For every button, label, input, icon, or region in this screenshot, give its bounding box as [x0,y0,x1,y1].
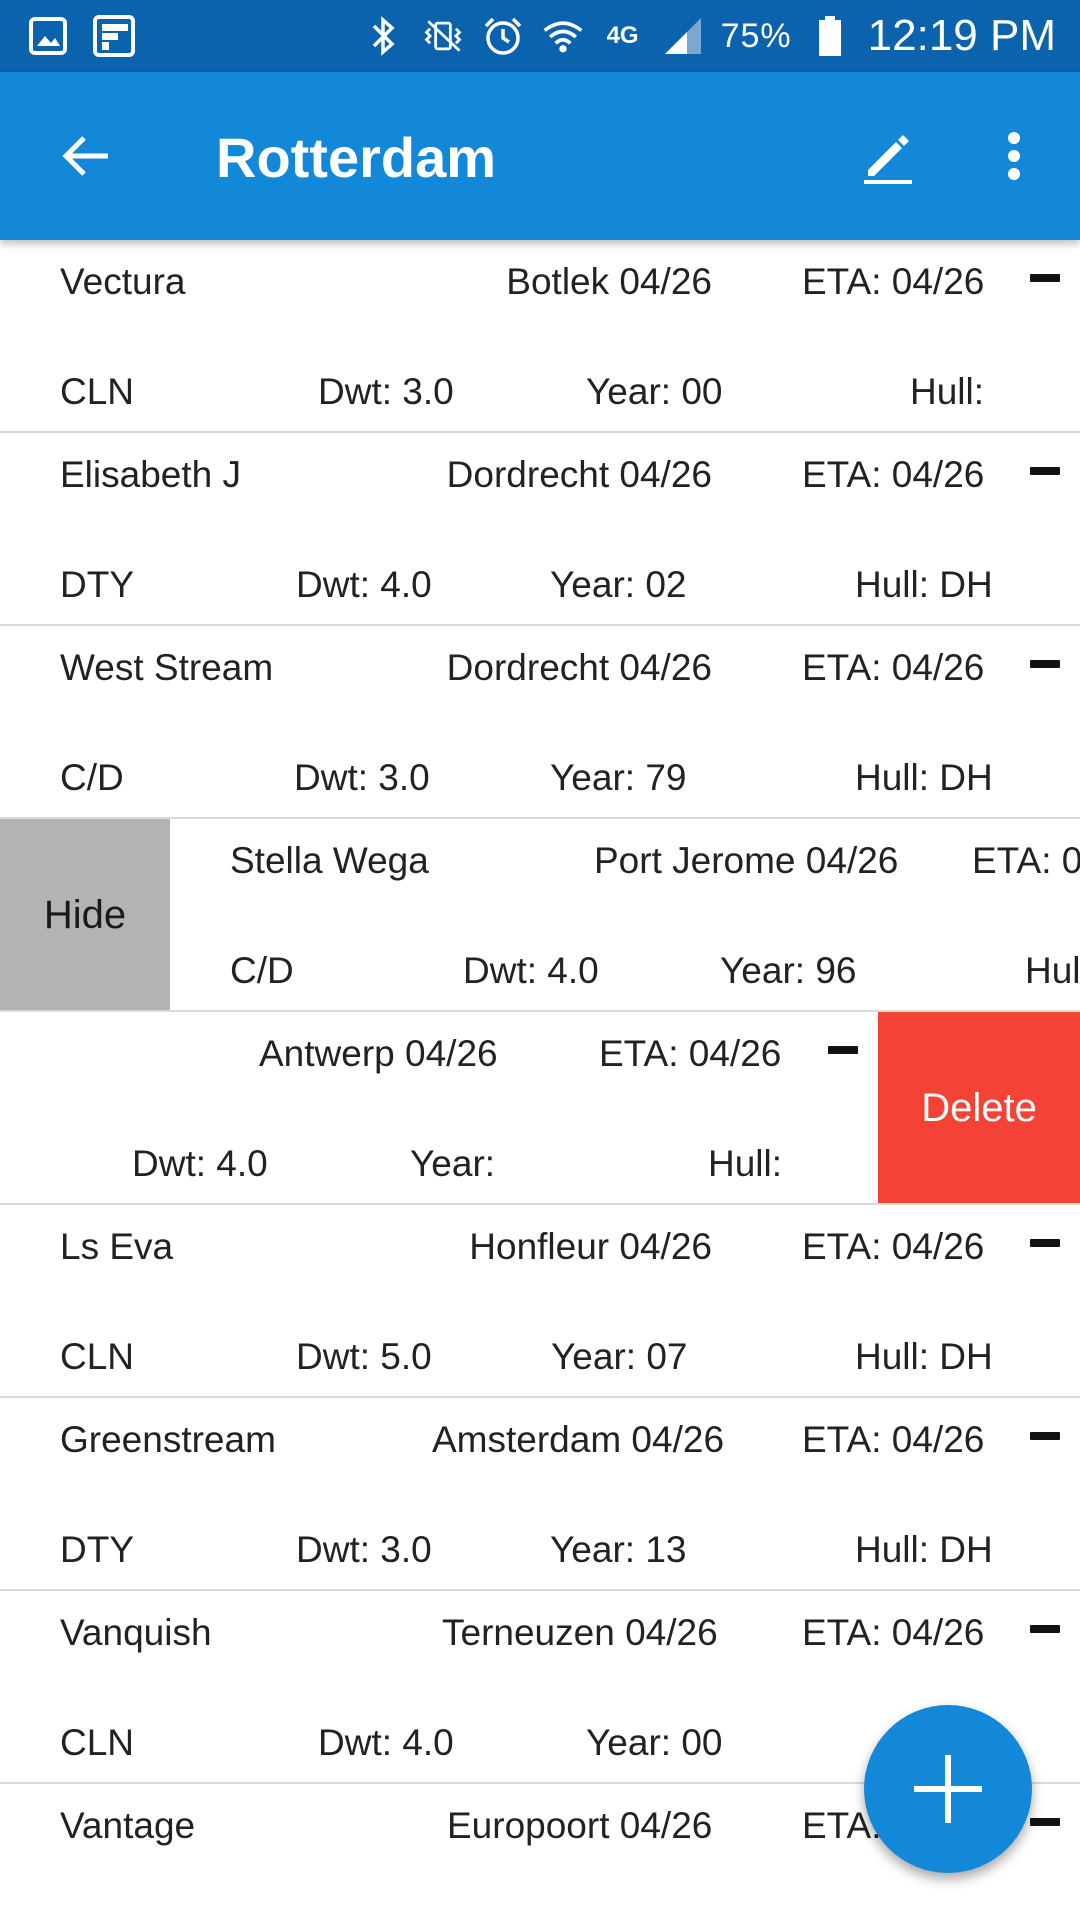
collapse-icon[interactable] [1030,1818,1060,1826]
vessel-dwt: Dwt: 3.0 [318,371,454,412]
add-icon [914,1755,982,1823]
vessel-port: Antwerp 04/26 [259,1033,498,1074]
vessel-name: Elisabeth J [60,454,241,495]
vessel-eta: ETA: 04/26 [802,647,985,688]
vessel-port: Europoort 04/26 [447,1805,713,1846]
vessel-type: DTY [60,1529,134,1570]
collapse-icon[interactable] [1030,1625,1060,1633]
vessel-hull: Hull: DH [855,564,993,605]
collapse-icon[interactable] [1030,1432,1060,1440]
vessel-name: Stella Wega [230,840,429,881]
collapse-icon[interactable] [1030,467,1060,475]
vessel-list: Vectura Botlek 04/26 ETA: 04/26 CLN Dwt:… [0,240,1080,1920]
collapse-icon[interactable] [1030,274,1060,282]
back-arrow-icon [62,136,108,176]
vessel-type: CLN [60,1722,135,1763]
gallery-icon [26,14,70,58]
vessel-name: Vectura [60,261,186,302]
vessel-row[interactable]: West Stream Dordrecht 04/26 ETA: 04/26 C… [0,626,1080,819]
vessel-port: Port Jerome 04/26 [594,840,899,881]
vessel-year: Year: 00 [586,1722,723,1763]
vessel-row[interactable]: Elisabeth J Dordrecht 04/26 ETA: 04/26 D… [0,433,1080,626]
vessel-row-swiped-delete[interactable]: Antwerp 04/26 ETA: 04/26 Dwt: 4.0 Year: … [0,1012,1080,1205]
vessel-dwt: Dwt: 4.0 [463,950,599,991]
vessel-hull: Hull: DH [855,1336,993,1377]
more-vert-icon [1008,132,1020,180]
status-bar: 4G 75% 12:19 PM [0,0,1080,72]
vessel-year: Year: 79 [550,757,687,798]
vessel-port: Honfleur 04/26 [469,1226,712,1267]
collapse-icon[interactable] [1030,660,1060,668]
lte-icon: 4G [606,22,639,49]
vessel-name: Vantage [60,1805,196,1846]
vessel-name: Vanquish [60,1612,212,1653]
vessel-port: Botlek 04/26 [506,261,712,302]
hide-button[interactable]: Hide [0,819,170,1010]
delete-button[interactable]: Delete [878,1012,1080,1203]
signal-icon [661,14,705,58]
vessel-hull: Hull: DH [855,1529,993,1570]
edit-pencil-icon [864,135,912,184]
back-button[interactable] [50,120,122,192]
vessel-type: C/D [60,757,124,798]
vessel-eta: ETA: 0 [972,840,1080,881]
vessel-year: Year: 02 [550,564,687,605]
vessel-type: CLN [60,1336,135,1377]
collapse-icon[interactable] [828,1046,858,1054]
vessel-row[interactable]: Vectura Botlek 04/26 ETA: 04/26 CLN Dwt:… [0,240,1080,433]
vessel-eta: ETA: 04/26 [802,261,985,302]
edit-button[interactable] [852,120,924,192]
vessel-row-swiped-hide[interactable]: Hide Stella Wega Port Jerome 04/26 ETA: … [0,819,1080,1012]
vessel-dwt: Dwt: 3.0 [294,757,430,798]
vessel-type: CLN [60,371,135,412]
vessel-dwt: Dwt: 5.0 [296,1336,432,1377]
vessel-port: Dordrecht 04/26 [446,647,712,688]
vessel-year: Year: 13 [550,1529,687,1570]
vessel-dwt: Dwt: 4.0 [318,1722,454,1763]
vessel-type: C/D [230,950,294,991]
vessel-year: Year: 00 [586,371,723,412]
hide-label: Hide [43,893,127,937]
vessel-row[interactable]: Ls Eva Honfleur 04/26 ETA: 04/26 CLN Dwt… [0,1205,1080,1398]
vessel-eta: ETA: 04/26 [802,1419,985,1460]
vessel-year: Year: 07 [551,1336,688,1377]
vessel-dwt: Dwt: 4.0 [132,1143,268,1184]
battery-icon [808,14,852,58]
app-bar: Rotterdam [0,72,1080,240]
clock: 12:19 PM [867,11,1056,60]
vessel-name: West Stream [60,647,274,688]
vessel-year: Year: 96 [720,950,857,991]
vessel-eta: ETA: 04/26 [599,1033,782,1074]
vessel-eta: ETA: 04/26 [802,1226,985,1267]
vessel-hull: Hull: [910,371,985,412]
wifi-icon [541,14,585,58]
vessel-type: DTY [60,564,134,605]
vessel-port: Amsterdam 04/26 [432,1419,725,1460]
add-button[interactable] [864,1705,1032,1873]
vessel-port: Terneuzen 04/26 [442,1612,718,1653]
bluetooth-icon [361,14,405,58]
vessel-name: Ls Eva [60,1226,174,1267]
vessel-port: Dordrecht 04/26 [446,454,712,495]
vessel-row[interactable]: Greenstream Amsterdam 04/26 ETA: 04/26 D… [0,1398,1080,1591]
alarm-icon [481,14,525,58]
vessel-dwt: Dwt: 4.0 [296,564,432,605]
more-options-button[interactable] [978,120,1050,192]
delete-label: Delete [921,1086,1037,1130]
vessel-hull: Hull: DH [855,757,993,798]
collapse-icon[interactable] [1030,1239,1060,1247]
vessel-year: Year: [410,1143,496,1184]
flipboard-icon [92,14,136,58]
vessel-hull: Hul [1025,950,1080,991]
vessel-name: Greenstream [60,1419,276,1460]
page-title: Rotterdam [216,126,497,189]
battery-percent: 75% [720,16,792,55]
vessel-hull: Hull: [708,1143,783,1184]
vibrate-mute-icon [421,14,465,58]
vessel-eta: ETA: 04/26 [802,1612,985,1653]
vessel-dwt: Dwt: 3.0 [296,1529,432,1570]
vessel-eta: ETA: 04/26 [802,454,985,495]
